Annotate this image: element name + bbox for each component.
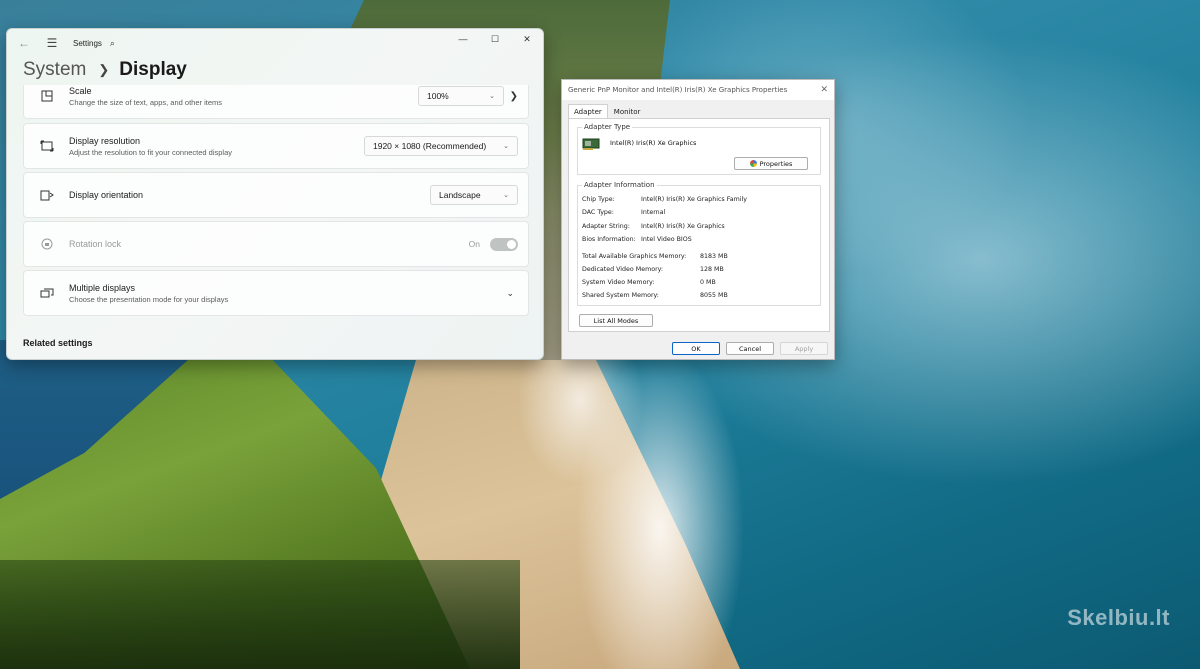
multiple-displays-description: Choose the presentation mode for your di…	[69, 294, 229, 304]
cancel-button[interactable]: Cancel	[726, 342, 774, 355]
dedicated-memory-label: Dedicated Video Memory:	[582, 266, 664, 273]
orientation-title: Display orientation	[69, 190, 144, 200]
dedicated-memory-row: Dedicated Video Memory:	[582, 266, 663, 273]
shared-memory-row: Shared System Memory:	[582, 292, 659, 299]
hamburger-menu-icon[interactable]: ☰	[41, 36, 63, 50]
adapter-panel: Adapter Type Intel(R) Iris(R) Xe Graphic…	[568, 118, 830, 332]
toggle-knob	[507, 239, 516, 249]
shared-memory-label: Shared System Memory:	[582, 292, 659, 299]
system-memory-row: System Video Memory:	[582, 279, 654, 286]
scale-description: Change the size of text, apps, and other…	[69, 97, 223, 107]
rotation-lock-toggle-wrap: On	[468, 237, 518, 251]
chevron-right-icon: ❯	[98, 62, 110, 77]
orientation-value: Landscape	[439, 190, 481, 200]
settings-window: ← ☰ Settings ⌕ — ☐ ✕ System ❯ Display Sc…	[6, 28, 544, 360]
back-arrow-icon[interactable]: ←	[11, 36, 37, 50]
list-all-modes-button[interactable]: List All Modes	[579, 314, 653, 327]
resolution-dropdown[interactable]: 1920 × 1080 (Recommended) ⌄	[364, 136, 518, 156]
adapter-information-group: Adapter Information Chip Type: Intel(R) …	[577, 181, 821, 306]
settings-titlebar[interactable]: ← ☰ Settings ⌕ — ☐ ✕	[7, 29, 543, 57]
adapter-properties-button[interactable]: Properties	[734, 157, 808, 170]
chip-type-row: Chip Type:	[582, 196, 615, 203]
shield-icon	[749, 160, 757, 167]
settings-title: Settings	[73, 38, 102, 48]
orientation-icon	[37, 188, 57, 202]
minimize-icon[interactable]: —	[447, 29, 479, 49]
display-resolution-card: Display resolution Adjust the resolution…	[23, 123, 529, 169]
total-memory-label: Total Available Graphics Memory:	[582, 253, 687, 260]
rotation-lock-toggle[interactable]	[490, 237, 518, 251]
resolution-icon	[37, 139, 57, 153]
resolution-description: Adjust the resolution to fit your connec…	[69, 147, 233, 157]
bios-info-row: Bios Information:	[582, 236, 636, 243]
page-title: Display	[119, 59, 187, 80]
adapter-string-value: Intel(R) Iris(R) Xe Graphics	[641, 223, 725, 230]
dac-type-value: Internal	[641, 209, 666, 216]
display-orientation-card: Display orientation Landscape ⌄	[23, 172, 529, 218]
scale-icon	[37, 89, 57, 103]
close-icon[interactable]: ✕	[820, 85, 828, 95]
properties-button-label: Properties	[759, 159, 793, 168]
resolution-value: 1920 × 1080 (Recommended)	[373, 141, 487, 151]
adapter-string-label: Adapter String:	[582, 223, 630, 230]
dac-type-label: DAC Type:	[582, 209, 614, 216]
bios-info-label: Bios Information:	[582, 236, 636, 243]
related-settings-heading: Related settings	[23, 338, 93, 348]
chevron-down-icon[interactable]: ⌄	[506, 288, 514, 299]
adapter-type-label: Adapter Type	[582, 123, 633, 131]
resolution-title: Display resolution	[69, 135, 141, 146]
apply-button[interactable]: Apply	[780, 342, 828, 355]
dialog-titlebar[interactable]: Generic PnP Monitor and Intel(R) Iris(R)…	[562, 80, 834, 100]
watermark: Skelbiu.lt	[1067, 605, 1170, 630]
breadcrumb-system[interactable]: System	[23, 59, 86, 81]
dialog-title: Generic PnP Monitor and Intel(R) Iris(R)…	[568, 86, 788, 94]
shared-memory-value: 8055 MB	[700, 292, 728, 299]
rotation-lock-icon	[37, 237, 57, 251]
dedicated-memory-value: 128 MB	[700, 266, 724, 273]
ok-button[interactable]: OK	[672, 342, 720, 355]
multiple-displays-icon	[37, 286, 57, 300]
chevron-right-icon[interactable]: ❯	[510, 91, 518, 102]
settings-content[interactable]: Scale Change the size of text, apps, and…	[23, 85, 529, 359]
adapter-string-row: Adapter String:	[582, 223, 630, 230]
graphics-properties-dialog: Generic PnP Monitor and Intel(R) Iris(R)…	[561, 79, 835, 360]
total-memory-row: Total Available Graphics Memory:	[582, 253, 686, 260]
dac-type-row: DAC Type:	[582, 209, 614, 216]
scale-dropdown[interactable]: 100% ⌄	[418, 86, 504, 106]
scale-value: 100%	[427, 91, 449, 101]
rotation-lock-state: On	[468, 239, 480, 249]
bios-info-value: Intel Video BIOS	[641, 236, 692, 243]
chevron-down-icon: ⌄	[489, 93, 495, 100]
maximize-icon[interactable]: ☐	[479, 29, 511, 49]
wallpaper-foliage	[0, 560, 520, 669]
search-icon[interactable]: ⌕	[110, 38, 115, 49]
chip-type-value: Intel(R) Iris(R) Xe Graphics Family	[641, 196, 747, 203]
rotation-lock-card: Rotation lock On	[23, 221, 529, 267]
chip-type-label: Chip Type:	[582, 196, 615, 203]
orientation-dropdown[interactable]: Landscape ⌄	[430, 185, 518, 205]
adapter-type-group: Adapter Type Intel(R) Iris(R) Xe Graphic…	[577, 123, 821, 175]
system-memory-value: 0 MB	[700, 279, 716, 286]
close-icon[interactable]: ✕	[511, 29, 543, 49]
rotation-lock-title: Rotation lock	[69, 239, 122, 249]
breadcrumb: System ❯ Display	[23, 59, 187, 81]
chevron-down-icon: ⌄	[503, 143, 509, 150]
adapter-name: Intel(R) Iris(R) Xe Graphics	[610, 139, 697, 147]
graphics-card-icon	[582, 136, 600, 150]
system-memory-label: System Video Memory:	[582, 279, 655, 286]
adapter-information-label: Adapter Information	[582, 181, 657, 189]
multiple-displays-card[interactable]: Multiple displays Choose the presentatio…	[23, 270, 529, 316]
total-memory-value: 8183 MB	[700, 253, 728, 260]
multiple-displays-title: Multiple displays	[69, 282, 136, 293]
scale-card: Scale Change the size of text, apps, and…	[23, 85, 529, 119]
window-controls: — ☐ ✕	[447, 29, 543, 49]
wallpaper-surf	[520, 360, 880, 669]
chevron-down-icon: ⌄	[503, 192, 509, 199]
scale-title: Scale	[69, 85, 92, 96]
